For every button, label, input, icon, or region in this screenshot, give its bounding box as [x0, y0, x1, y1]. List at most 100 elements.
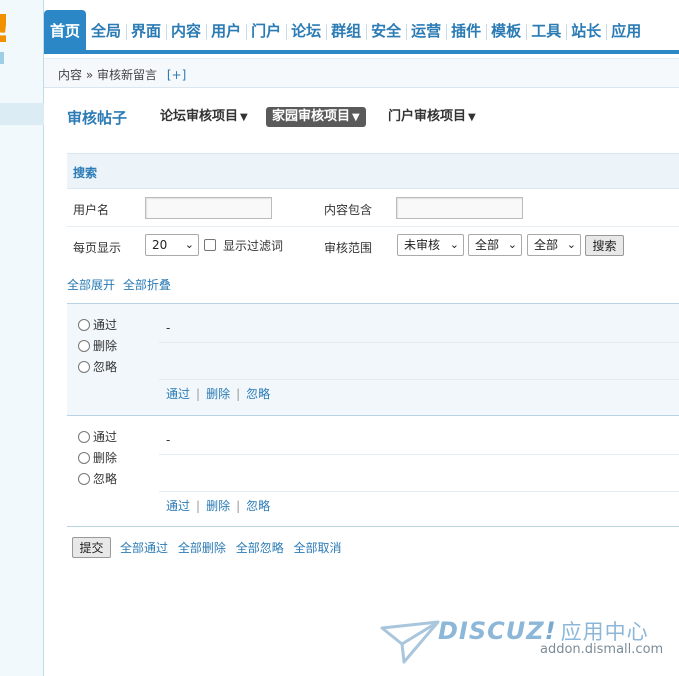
search-heading: 搜索 — [73, 166, 98, 180]
page-title: 审核帖子 — [67, 109, 128, 127]
ignore-link[interactable]: 忽略 — [246, 387, 270, 401]
tab-portal-moderation[interactable]: 门户审核项目 ▼ — [382, 107, 482, 127]
nav-item[interactable]: 模板 — [486, 10, 526, 50]
delete-link[interactable]: 删除 — [206, 387, 230, 401]
radio-icon — [78, 452, 90, 464]
content-input[interactable] — [396, 197, 523, 219]
nav-item[interactable]: 群组 — [326, 10, 366, 50]
separator: | — [236, 387, 241, 401]
tab-forum-moderation[interactable]: 论坛审核项目 ▼ — [154, 107, 254, 127]
caret-down-icon: ▼ — [468, 112, 476, 123]
chevron-down-icon: ⌄ — [507, 238, 517, 251]
nav-item[interactable]: 运营 — [406, 10, 446, 50]
item-content: - — [166, 321, 171, 335]
radio-icon — [78, 319, 90, 331]
scope-time-value: 全部 — [534, 238, 559, 252]
moderation-item: 通过 删除 忽略 - 通过 | 删除 | 忽略 — [67, 303, 679, 415]
bulk-actions-bar: 提交 全部通过 全部删除 全部忽略 全部取消 — [67, 526, 679, 562]
approve-link[interactable]: 通过 — [166, 387, 190, 401]
filter-checkbox[interactable] — [204, 239, 216, 251]
title-bar: 审核帖子 论坛审核项目 ▼ 家园审核项目 ▼ 门户审核项目 ▼ — [67, 105, 679, 129]
scope-status-select[interactable]: 未审核 ⌄ — [397, 234, 464, 256]
caret-down-icon: ▼ — [352, 112, 360, 123]
separator: | — [196, 499, 201, 513]
tab-label: 家园审核项目 — [272, 109, 351, 124]
approve-option[interactable]: 通过 — [78, 316, 117, 333]
separator: | — [196, 387, 201, 401]
delete-option[interactable]: 删除 — [78, 449, 117, 466]
content-label: 内容包含 — [324, 203, 373, 217]
breadcrumb-page: 审核新留言 — [97, 68, 158, 82]
option-label: 忽略 — [93, 472, 118, 486]
delete-all-link[interactable]: 全部删除 — [178, 541, 226, 555]
chevron-down-icon: ⌄ — [184, 238, 194, 251]
ignore-link[interactable]: 忽略 — [246, 499, 270, 513]
option-label: 通过 — [93, 430, 118, 444]
divider — [159, 342, 679, 343]
brand-text: DISCUZ — [438, 617, 545, 645]
ignore-all-link[interactable]: 全部忽略 — [236, 541, 284, 555]
logo: ! — [0, 10, 11, 48]
bulk-links: 全部通过 全部删除 全部忽略 全部取消 — [120, 539, 348, 556]
nav-item[interactable]: 论坛 — [286, 10, 326, 50]
option-label: 通过 — [93, 318, 118, 332]
nav-item[interactable]: 安全 — [366, 10, 406, 50]
scope-status-value: 未审核 — [404, 238, 441, 252]
watermark: DISCUZ! 应用中心 addon.dismall.com — [380, 612, 670, 672]
brand-cn: 应用中心 — [560, 620, 649, 644]
scope-time-select[interactable]: 全部 ⌄ — [527, 234, 581, 256]
radio-icon — [78, 361, 90, 373]
add-shortcut-link[interactable]: [+] — [167, 68, 186, 82]
divider — [159, 379, 679, 380]
watermark-url: addon.dismall.com — [540, 642, 664, 657]
nav-item[interactable]: 应用 — [606, 10, 646, 50]
option-label: 忽略 — [93, 360, 118, 374]
username-input[interactable] — [145, 197, 272, 219]
nav-item[interactable]: 站长 — [566, 10, 606, 50]
delete-option[interactable]: 删除 — [78, 337, 117, 354]
sidebar: ! — [0, 0, 44, 676]
ignore-option[interactable]: 忽略 — [78, 358, 117, 375]
divider — [159, 454, 679, 455]
tab-label: 论坛审核项目 — [160, 109, 239, 124]
nav-item[interactable]: 插件 — [446, 10, 486, 50]
approve-link[interactable]: 通过 — [166, 499, 190, 513]
top-nav: 首页 全局 界面 内容 用户 门户 论坛 群组 安全 运营 插件 模板 工具 站长 应用 — [44, 0, 679, 54]
submit-button[interactable]: 提交 — [72, 537, 111, 558]
nav-item[interactable]: 界面 — [126, 10, 166, 50]
tab-home-moderation[interactable]: 家园审核项目 ▼ — [266, 107, 366, 127]
nav-item[interactable]: 首页 — [44, 10, 87, 50]
logo-accent — [0, 52, 4, 64]
option-label: 删除 — [93, 339, 118, 353]
perpage-value: 20 — [152, 238, 168, 252]
approve-all-link[interactable]: 全部通过 — [120, 541, 168, 555]
nav-item[interactable]: 用户 — [206, 10, 246, 50]
nav-item[interactable]: 工具 — [526, 10, 566, 50]
caret-down-icon: ▼ — [240, 112, 248, 123]
item-actions: 通过 | 删除 | 忽略 — [166, 385, 270, 402]
scope-type-select[interactable]: 全部 ⌄ — [468, 234, 522, 256]
breadcrumb-section[interactable]: 内容 — [58, 68, 82, 82]
chevron-down-icon: ⌄ — [566, 238, 576, 251]
expand-all-link[interactable]: 全部展开 — [67, 278, 115, 292]
collapse-all-link[interactable]: 全部折叠 — [123, 278, 171, 292]
nav-item[interactable]: 全局 — [86, 10, 126, 50]
perpage-select[interactable]: 20 ⌄ — [145, 234, 199, 256]
search-header: 搜索 — [67, 153, 679, 189]
search-row-2: 每页显示 20 ⌄ 显示过滤词 审核范围 未审核 ⌄ 全部 ⌄ 全部 ⌄ 搜索 — [67, 227, 679, 264]
cancel-all-link[interactable]: 全部取消 — [294, 541, 342, 555]
ignore-option[interactable]: 忽略 — [78, 470, 117, 487]
sidebar-item-active[interactable] — [0, 103, 44, 125]
nav-underline — [44, 50, 679, 54]
scope-type-value: 全部 — [475, 238, 500, 252]
delete-link[interactable]: 删除 — [206, 499, 230, 513]
radio-icon — [78, 340, 90, 352]
nav-item[interactable]: 内容 — [166, 10, 206, 50]
approve-option[interactable]: 通过 — [78, 428, 117, 445]
breadcrumb-separator: » — [85, 68, 94, 82]
breadcrumb: 内容 » 审核新留言 [+] — [58, 66, 186, 83]
search-button[interactable]: 搜索 — [585, 235, 624, 256]
nav-item[interactable]: 门户 — [246, 10, 286, 50]
filter-label: 显示过滤词 — [223, 239, 284, 253]
breadcrumb-bar: 内容 » 审核新留言 [+] — [44, 58, 679, 88]
